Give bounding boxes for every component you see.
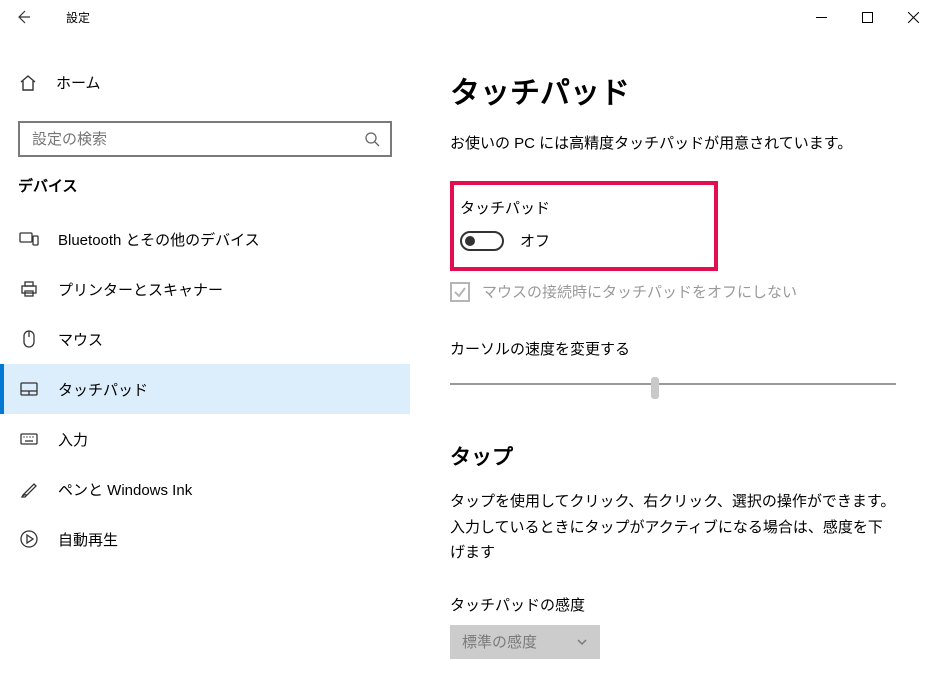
sidebar-item-printers[interactable]: プリンターとスキャナー	[0, 264, 410, 314]
highlight-box: タッチパッド オフ	[450, 181, 718, 271]
search-field[interactable]	[30, 130, 364, 149]
sidebar-item-label: 自動再生	[58, 529, 118, 550]
tap-heading: タップ	[450, 441, 896, 471]
dropdown-value: 標準の感度	[462, 631, 537, 652]
close-icon	[908, 12, 919, 23]
toggle-row: オフ	[460, 230, 696, 251]
home-nav[interactable]: ホーム	[0, 58, 410, 107]
keyboard-icon	[19, 429, 39, 449]
sidebar-item-label: ペンと Windows Ink	[58, 479, 192, 500]
search-icon	[364, 131, 380, 147]
search-wrap	[18, 121, 392, 157]
close-button[interactable]	[890, 0, 936, 34]
printer-icon	[19, 279, 39, 299]
sidebar-item-typing[interactable]: 入力	[0, 414, 410, 464]
minimize-icon	[816, 12, 827, 23]
maximize-button[interactable]	[844, 0, 890, 34]
sidebar-section-label: デバイス	[0, 175, 410, 214]
sidebar-item-label: プリンターとスキャナー	[58, 279, 223, 300]
toggle-section-label: タッチパッド	[460, 197, 696, 218]
window-controls	[798, 0, 936, 34]
autoplay-icon	[19, 529, 39, 549]
mouse-icon	[19, 329, 39, 349]
sidebar-item-label: 入力	[58, 429, 88, 450]
sidebar-item-pen[interactable]: ペンと Windows Ink	[0, 464, 410, 514]
sidebar-item-autoplay[interactable]: 自動再生	[0, 514, 410, 564]
sidebar: ホーム デバイス Bluetooth とその他のデバイス プリンターとスキャナー…	[0, 34, 410, 681]
cursor-speed-slider[interactable]	[450, 373, 896, 397]
touchpad-icon	[19, 379, 39, 399]
maximize-icon	[862, 12, 873, 23]
slider-track	[450, 383, 896, 385]
slider-thumb[interactable]	[651, 377, 659, 399]
back-arrow-icon	[15, 9, 31, 25]
sidebar-item-mouse[interactable]: マウス	[0, 314, 410, 364]
home-label: ホーム	[56, 72, 101, 93]
devices-icon	[19, 229, 39, 249]
main-panel: タッチパッド お使いの PC には高精度タッチパッドが用意されています。 タッチ…	[410, 34, 936, 681]
home-icon	[18, 73, 38, 93]
back-button[interactable]	[0, 0, 46, 34]
checkbox-label: マウスの接続時にタッチパッドをオフにしない	[482, 281, 797, 302]
sidebar-item-bluetooth[interactable]: Bluetooth とその他のデバイス	[0, 214, 410, 264]
sensitivity-dropdown[interactable]: 標準の感度	[450, 625, 600, 659]
leave-on-checkbox[interactable]	[450, 282, 470, 302]
toggle-knob	[465, 236, 475, 246]
page-heading: タッチパッド	[450, 68, 896, 112]
toggle-state-text: オフ	[520, 230, 550, 251]
check-icon	[453, 285, 467, 299]
search-input[interactable]	[18, 121, 392, 157]
touchpad-toggle[interactable]	[460, 231, 504, 251]
chevron-down-icon	[576, 636, 588, 648]
tap-description: タップを使用してクリック、右クリック、選択の操作ができます。入力しているときにタ…	[450, 489, 896, 566]
window-title: 設定	[66, 9, 90, 26]
content: ホーム デバイス Bluetooth とその他のデバイス プリンターとスキャナー…	[0, 34, 936, 681]
sensitivity-label: タッチパッドの感度	[450, 594, 896, 615]
pen-icon	[19, 479, 39, 499]
page-description: お使いの PC には高精度タッチパッドが用意されています。	[450, 132, 896, 153]
sidebar-item-label: タッチパッド	[58, 379, 148, 400]
leave-on-checkbox-row: マウスの接続時にタッチパッドをオフにしない	[450, 281, 896, 302]
sidebar-item-label: Bluetooth とその他のデバイス	[58, 229, 260, 250]
titlebar: 設定	[0, 0, 936, 34]
sidebar-item-label: マウス	[58, 329, 103, 350]
cursor-speed-label: カーソルの速度を変更する	[450, 338, 896, 359]
sidebar-item-touchpad[interactable]: タッチパッド	[0, 364, 410, 414]
minimize-button[interactable]	[798, 0, 844, 34]
